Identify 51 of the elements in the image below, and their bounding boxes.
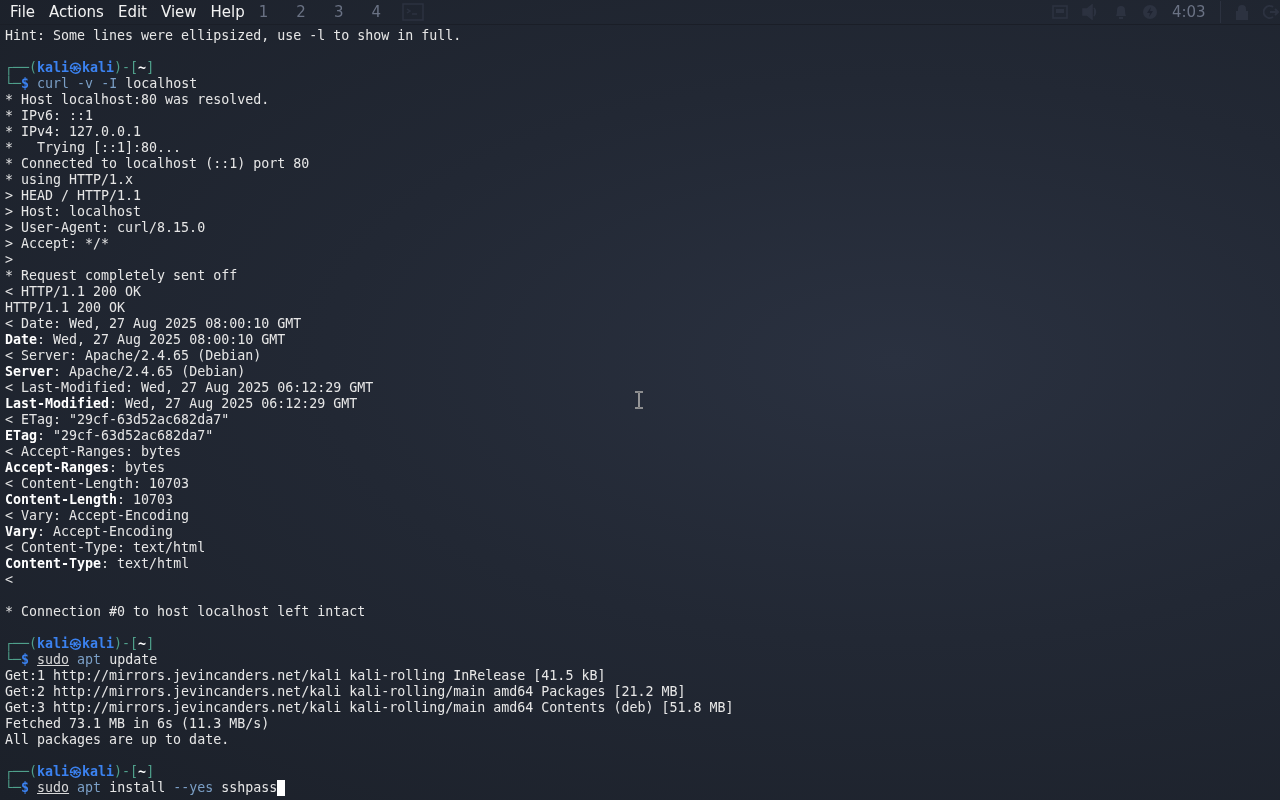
terminal-line: HTTP/1.1 200 OK bbox=[5, 300, 126, 316]
terminal-line: Hint: Some lines were ellipsized, use -l to show in full. bbox=[5, 28, 462, 44]
terminal-line: Get:3 http://mirrors.jevincanders.net/kali kali-rolling/main amd64 Contents (deb) [51.8 MB] bbox=[5, 700, 734, 716]
menu-item[interactable]: File bbox=[3, 3, 43, 21]
terminal-line: < Server: Apache/2.4.65 (Debian) bbox=[5, 348, 262, 364]
i-beam-cursor-icon bbox=[634, 391, 644, 409]
terminal-line: < Accept-Ranges: bytes bbox=[5, 444, 182, 460]
terminal-line: Date: Wed, 27 Aug 2025 08:00:10 GMT bbox=[5, 332, 286, 348]
terminal-line: Content-Length: 10703 bbox=[5, 492, 174, 508]
command-line: └─$ sudo apt update bbox=[5, 652, 158, 668]
terminal-line: > User-Agent: curl/8.15.0 bbox=[5, 220, 206, 236]
terminal-line: < Vary: Accept-Encoding bbox=[5, 508, 190, 524]
terminal-line: * Trying [::1]:80... bbox=[5, 140, 182, 156]
terminal-line: * Connected to localhost (::1) port 80 bbox=[5, 156, 310, 172]
menu-item[interactable]: Help bbox=[203, 3, 252, 21]
terminal-line: * Request completely sent off bbox=[5, 268, 238, 284]
terminal-line: < Content-Length: 10703 bbox=[5, 476, 190, 492]
terminal-line: > bbox=[5, 252, 13, 268]
prompt-line: ┌──(kali㉿kali)-[~] bbox=[5, 764, 155, 780]
terminal-line: * Host localhost:80 was resolved. bbox=[5, 92, 270, 108]
terminal-line: * Connection #0 to host localhost left intact bbox=[5, 604, 366, 620]
terminal-line: All packages are up to date. bbox=[5, 732, 230, 748]
menu-item[interactable]: View bbox=[153, 3, 204, 21]
terminal-line: > Host: localhost bbox=[5, 204, 142, 220]
prompt-line: ┌──(kali㉿kali)-[~] bbox=[5, 636, 155, 652]
terminal-line: Get:1 http://mirrors.jevincanders.net/kali kali-rolling InRelease [41.5 kB] bbox=[5, 668, 606, 684]
menu-item[interactable]: Actions bbox=[42, 3, 111, 21]
terminal-line: * using HTTP/1.x bbox=[5, 172, 134, 188]
terminal-line: < HTTP/1.1 200 OK bbox=[5, 284, 142, 300]
terminal-line: Get:2 http://mirrors.jevincanders.net/kali kali-rolling/main amd64 Packages [21.2 MB] bbox=[5, 684, 686, 700]
command-line: └─$ sudo apt install --yes sshpass bbox=[5, 780, 278, 796]
terminal-line: Server: Apache/2.4.65 (Debian) bbox=[5, 364, 246, 380]
terminal-line: < Content-Type: text/html bbox=[5, 540, 206, 556]
terminal-line: Content-Type: text/html bbox=[5, 556, 190, 572]
terminal-line: * IPv6: ::1 bbox=[5, 108, 94, 124]
terminal-line: * IPv4: 127.0.0.1 bbox=[5, 124, 142, 140]
terminal-line: > HEAD / HTTP/1.1 bbox=[5, 188, 142, 204]
terminal-line: ETag: "29cf-63d52ac682da7" bbox=[5, 428, 214, 444]
prompt-line: ┌──(kali㉿kali)-[~] bbox=[5, 60, 155, 76]
terminal-line: > Accept: */* bbox=[5, 236, 110, 252]
terminal-line: < Last-Modified: Wed, 27 Aug 2025 06:12:29 GMT bbox=[5, 380, 374, 396]
terminal-line: Vary: Accept-Encoding bbox=[5, 524, 174, 540]
terminal-line: < ETag: "29cf-63d52ac682da7" bbox=[5, 412, 230, 428]
terminal-line: Last-Modified: Wed, 27 Aug 2025 06:12:29 GMT bbox=[5, 396, 358, 412]
clock: 4:03 bbox=[1171, 3, 1206, 21]
menu-item[interactable]: Edit bbox=[110, 3, 154, 21]
terminal-line: < bbox=[5, 572, 13, 588]
terminal-line: Accept-Ranges: bytes bbox=[5, 460, 166, 476]
terminal-line: < Date: Wed, 27 Aug 2025 08:00:10 GMT bbox=[5, 316, 302, 332]
terminal-line: Fetched 73.1 MB in 6s (11.3 MB/s) bbox=[5, 716, 270, 732]
command-line: └─$ curl -v -I localhost bbox=[5, 76, 198, 92]
